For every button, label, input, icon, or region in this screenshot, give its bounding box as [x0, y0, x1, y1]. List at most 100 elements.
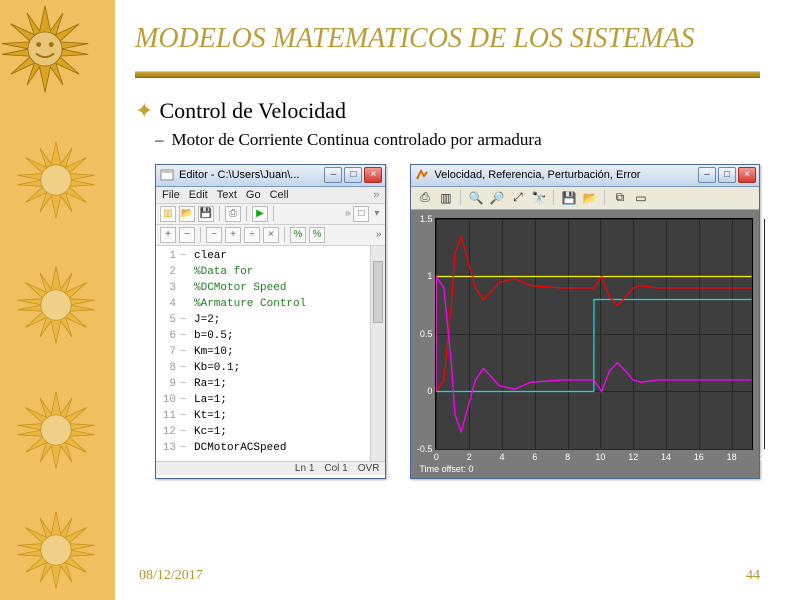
toolbar-divider — [604, 190, 605, 205]
sun-decoration — [0, 4, 90, 94]
print-icon[interactable]: ⎙ — [416, 189, 433, 206]
star-bullet-icon: ✦ — [135, 98, 153, 123]
editor-statusbar: Ln 1 Col 1 OVR — [156, 461, 385, 475]
new-file-icon[interactable]: ▥ — [160, 206, 176, 222]
x-tick: 0 — [434, 452, 439, 462]
code-line[interactable]: 4%Armature Control — [156, 296, 385, 312]
maximize-button[interactable]: □ — [344, 167, 362, 183]
minimize-button[interactable]: – — [698, 167, 716, 183]
code-line[interactable]: 13−DCMotorACSpeed — [156, 440, 385, 456]
close-button[interactable]: × — [738, 167, 756, 183]
y-tick: 0.5 — [420, 329, 433, 339]
vertical-scrollbar[interactable] — [370, 246, 385, 461]
code-line[interactable]: 5−J=2; — [156, 312, 385, 328]
figure-toolbar: ⎙ ▥ 🔍 🔎 ⤢ 🔭 💾 📂 ⧉ ▭ — [411, 187, 759, 210]
slide-content: MODELOS MATEMATICOS DE LOS SISTEMAS ✦Con… — [115, 0, 800, 600]
menu-go[interactable]: Go — [246, 189, 261, 201]
code-line[interactable]: 6−b=0.5; — [156, 328, 385, 344]
open-file-icon[interactable]: 📂 — [179, 206, 195, 222]
y-tick: 1 — [427, 271, 432, 281]
editor-toolbar-2: + − − + ÷ × % % » — [156, 225, 385, 246]
code-editor-area[interactable]: 1−clear2%Data for3%DCMotor Speed4%Armatu… — [156, 246, 385, 461]
toolbar-divider — [284, 227, 285, 242]
code-line[interactable]: 2%Data for — [156, 264, 385, 280]
code-line[interactable]: 9−Ra=1; — [156, 376, 385, 392]
slide-title: MODELOS MATEMATICOS DE LOS SISTEMAS — [135, 24, 760, 55]
toolbar-divider — [460, 190, 461, 205]
menu-edit[interactable]: Edit — [189, 189, 208, 201]
close-button[interactable]: × — [364, 167, 382, 183]
float-icon[interactable]: ⧉ — [611, 189, 628, 206]
sub-text: Motor de Corriente Continua controlado p… — [172, 130, 542, 149]
sun-decoration — [16, 265, 96, 345]
x-tick: 16 — [694, 452, 704, 462]
editor-toolbar: ▥ 📂 💾 ⎙ ▶ » □ ▾ — [156, 204, 385, 225]
code-line[interactable]: 8−Kb=0.1; — [156, 360, 385, 376]
menu-cell[interactable]: Cell — [270, 189, 289, 201]
toolbar-divider — [219, 206, 220, 221]
code-line[interactable]: 3%DCMotor Speed — [156, 280, 385, 296]
x-tick: 18 — [727, 452, 737, 462]
restore-settings-icon[interactable]: 📂 — [581, 189, 598, 206]
code-line[interactable]: 11−Kt=1; — [156, 408, 385, 424]
dash-bullet: – — [155, 130, 164, 149]
editor-window-buttons: – □ × — [324, 167, 382, 183]
run-icon[interactable]: ▶ — [252, 206, 268, 222]
percent-icon[interactable]: % — [290, 227, 306, 243]
editor-app-icon — [160, 168, 174, 182]
plot-axes[interactable]: 02468101214161820-0.500.511.5 — [435, 218, 753, 450]
op-mul-icon[interactable]: × — [263, 227, 279, 243]
figure-titlebar[interactable]: Velocidad, Referencia, Perturbación, Err… — [411, 165, 759, 187]
print-icon[interactable]: ⎙ — [225, 206, 241, 222]
op-minus-icon[interactable]: − — [206, 227, 222, 243]
toolbar-overflow[interactable]: » — [345, 208, 351, 219]
menu-file[interactable]: File — [162, 189, 180, 201]
x-tick: 14 — [661, 452, 671, 462]
sun-decoration — [16, 140, 96, 220]
editor-menubar: File Edit Text Go Cell » — [156, 187, 385, 204]
zoom-out-icon[interactable]: 🔎 — [488, 189, 505, 206]
matlab-figure-window: Velocidad, Referencia, Perturbación, Err… — [410, 164, 760, 479]
status-col: Col 1 — [324, 463, 347, 474]
dock-icon[interactable]: ▭ — [632, 189, 649, 206]
status-line: Ln 1 — [295, 463, 314, 474]
toolbar-dropdown-icon[interactable]: ▾ — [372, 208, 381, 219]
op-div-icon[interactable]: ÷ — [244, 227, 260, 243]
percent2-icon[interactable]: % — [309, 227, 325, 243]
plot-series — [436, 219, 752, 449]
minimize-button[interactable]: – — [324, 167, 342, 183]
code-line[interactable]: 10−La=1; — [156, 392, 385, 408]
zoom-in-icon[interactable]: 🔍 — [467, 189, 484, 206]
time-offset-label: Time offset: 0 — [419, 464, 753, 474]
code-line[interactable]: 1−clear — [156, 248, 385, 264]
save-settings-icon[interactable]: 💾 — [560, 189, 577, 206]
menu-overflow[interactable]: » — [373, 189, 379, 201]
x-tick: 2 — [467, 452, 472, 462]
op-plus-icon[interactable]: + — [225, 227, 241, 243]
cell-plus-icon[interactable]: + — [160, 227, 176, 243]
x-tick: 20 — [759, 452, 769, 462]
editor-titlebar[interactable]: Editor - C:\Users\Juan\... – □ × — [156, 165, 385, 187]
x-tick: 4 — [500, 452, 505, 462]
figure-body: 02468101214161820-0.500.511.5 Time offse… — [411, 210, 759, 478]
toolbar-overflow[interactable]: » — [376, 229, 382, 240]
title-divider — [135, 71, 760, 78]
menu-text[interactable]: Text — [217, 189, 237, 201]
cell-minus-icon[interactable]: − — [179, 227, 195, 243]
content-subheading: –Motor de Corriente Continua controlado … — [173, 130, 760, 150]
toolbar-square-icon[interactable]: □ — [353, 206, 369, 222]
footer-date: 08/12/2017 — [139, 568, 203, 584]
matlab-figure-icon — [415, 168, 429, 182]
toolbar-divider — [273, 206, 274, 221]
code-line[interactable]: 12−Kc=1; — [156, 424, 385, 440]
save-icon[interactable]: 💾 — [198, 206, 214, 222]
params-icon[interactable]: ▥ — [437, 189, 454, 206]
maximize-button[interactable]: □ — [718, 167, 736, 183]
autoscale-icon[interactable]: 🔭 — [530, 189, 547, 206]
heading-text: Control de Velocidad — [159, 98, 346, 123]
y-tick: 0 — [427, 386, 432, 396]
x-tick: 10 — [595, 452, 605, 462]
code-line[interactable]: 7−Km=10; — [156, 344, 385, 360]
figure-window-buttons: – □ × — [698, 167, 756, 183]
zoom-x-icon[interactable]: ⤢ — [509, 189, 526, 206]
